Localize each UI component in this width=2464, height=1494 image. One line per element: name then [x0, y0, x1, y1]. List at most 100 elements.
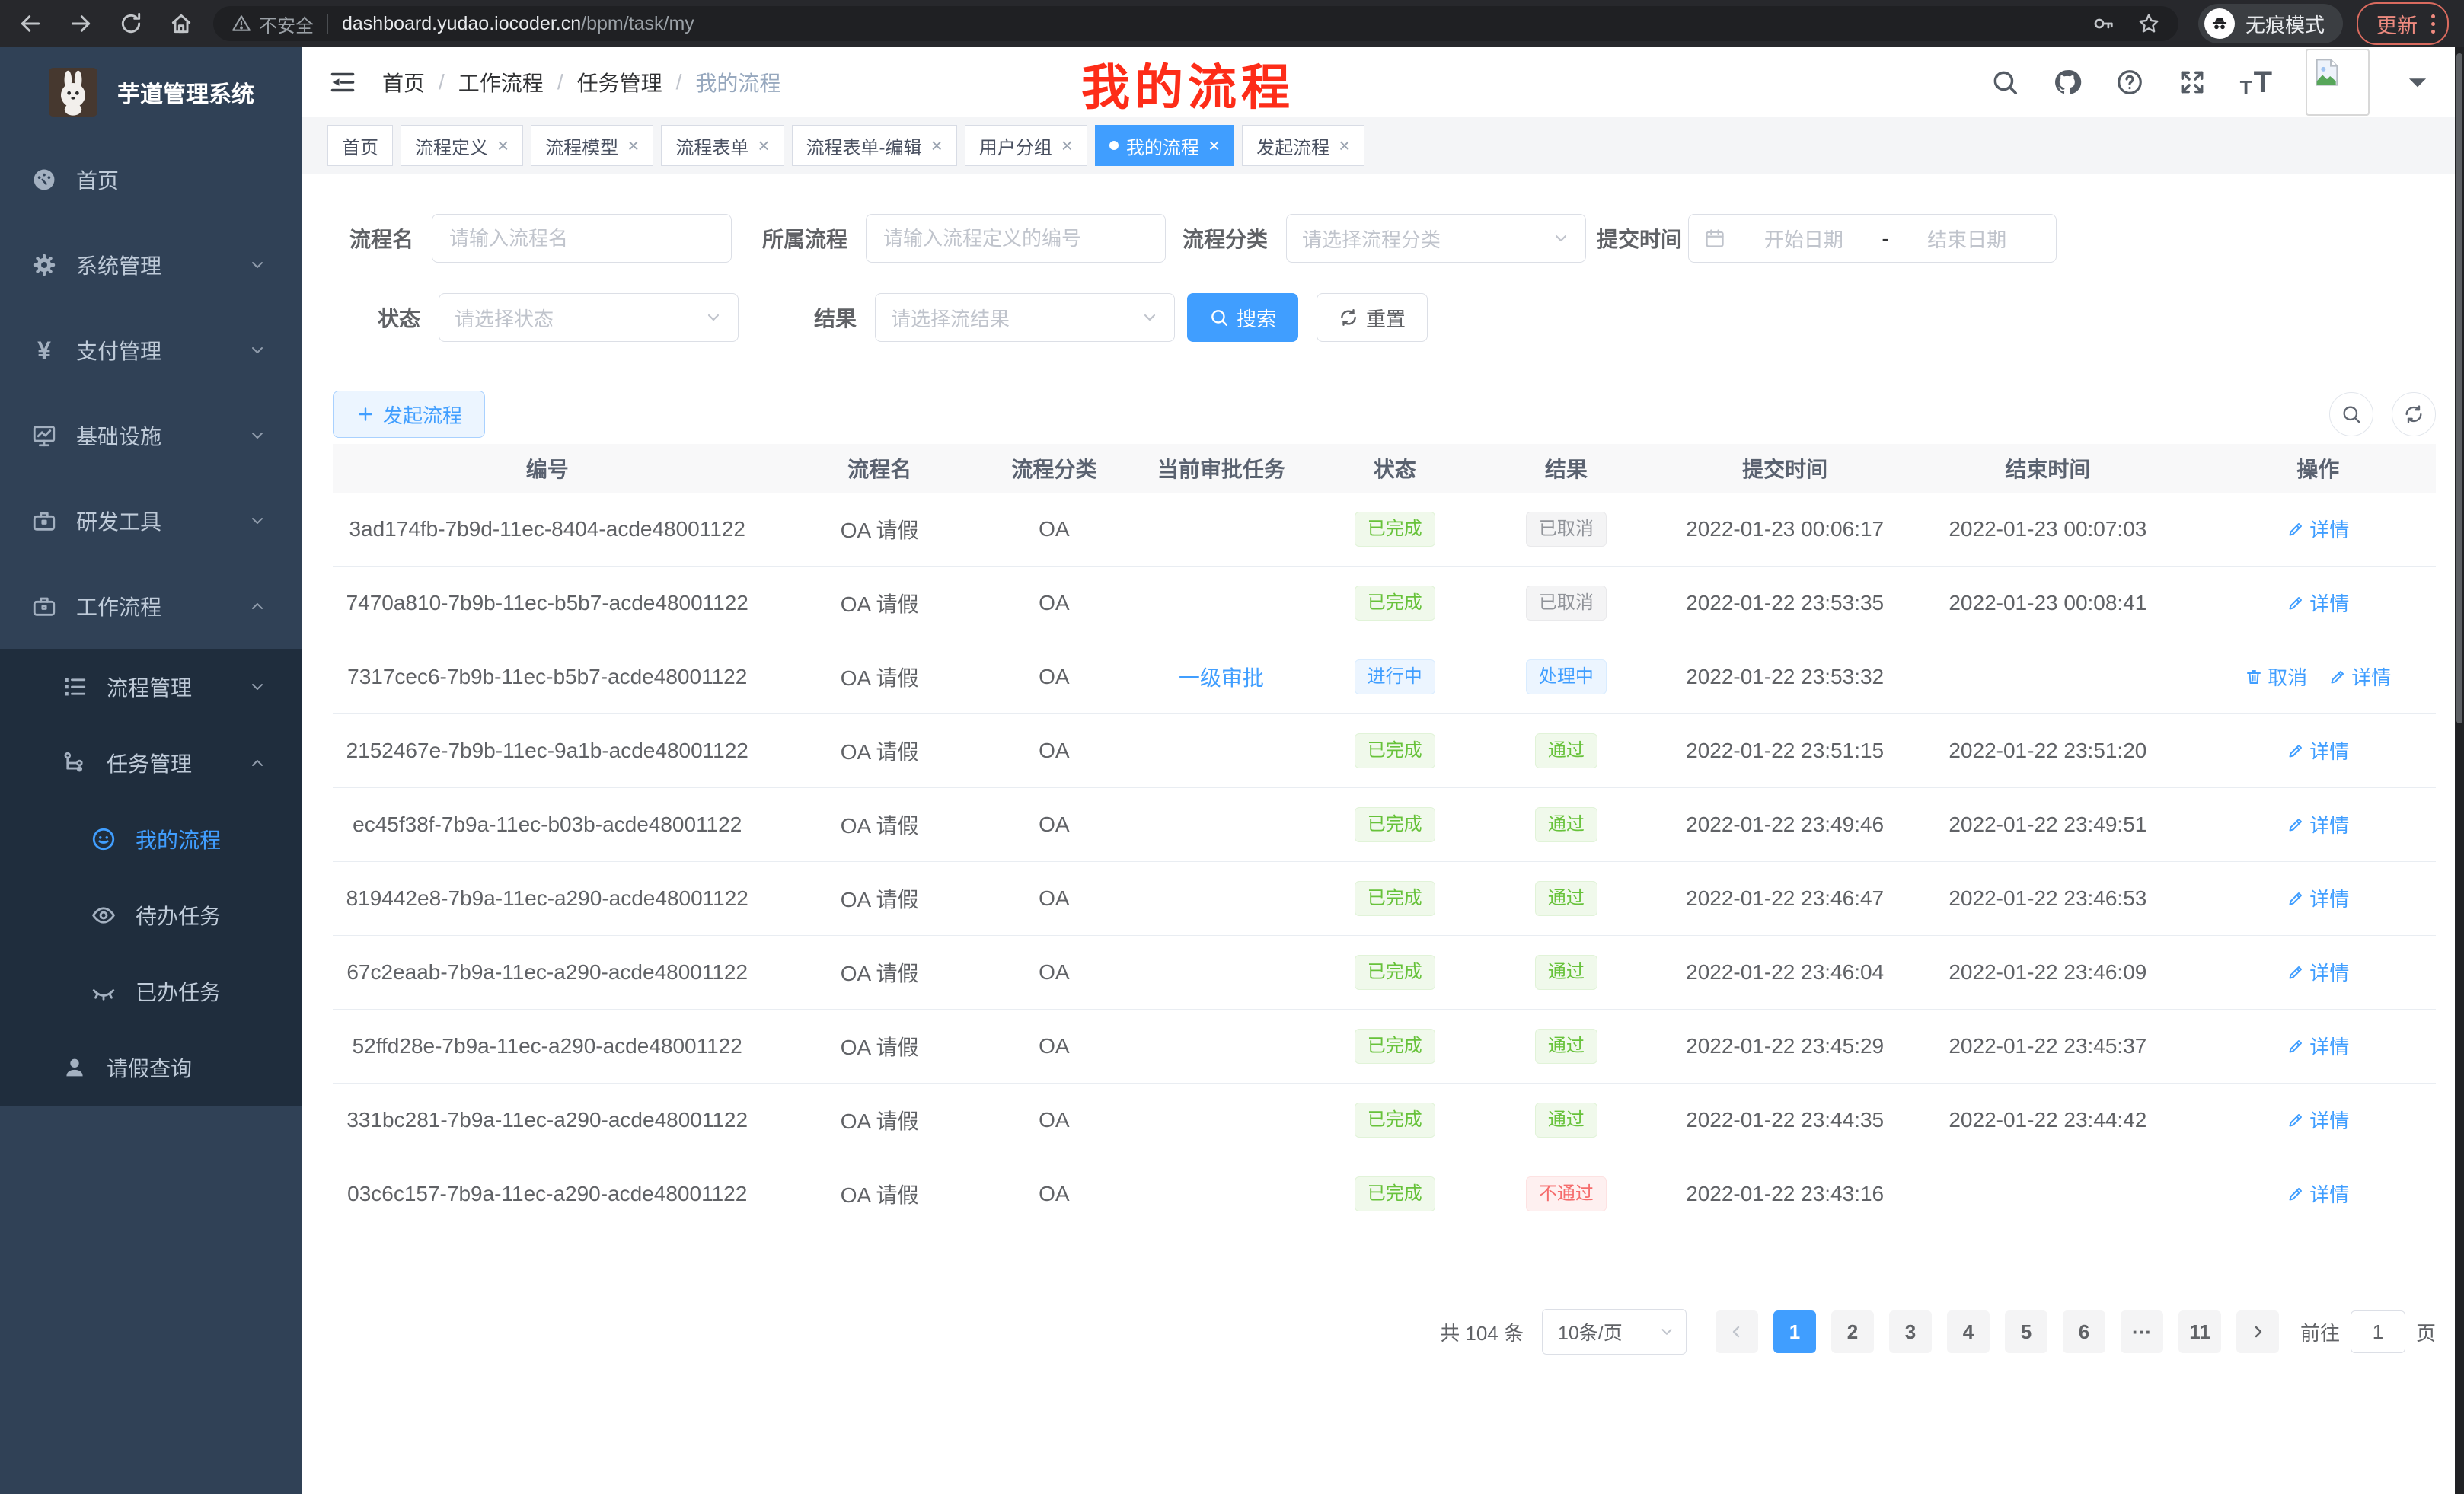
help-icon[interactable]: [2115, 68, 2144, 97]
reload-icon[interactable]: [119, 11, 143, 36]
app-title: 芋道管理系统: [117, 75, 254, 109]
close-icon[interactable]: ×: [931, 136, 943, 155]
category-select[interactable]: 请选择流程分类: [1286, 214, 1586, 263]
detail-link[interactable]: 详情: [2328, 662, 2391, 691]
fullscreen-icon[interactable]: [2178, 68, 2207, 97]
bookmark-star-icon[interactable]: [2137, 12, 2160, 35]
page-button[interactable]: 3: [1889, 1310, 1932, 1353]
detail-link[interactable]: 详情: [2287, 884, 2349, 912]
detail-link[interactable]: 详情: [2287, 1106, 2349, 1134]
sidebar-item-my-process[interactable]: 我的流程: [0, 801, 302, 877]
scrollbar-track[interactable]: [2455, 47, 2464, 1494]
cell-result: 通过: [1458, 788, 1674, 862]
submit-time-range-picker[interactable]: 开始日期 - 结束日期: [1688, 214, 2057, 263]
prev-page-button[interactable]: [1716, 1310, 1758, 1353]
cell-end-time: 2022-01-22 23:45:37: [1895, 1010, 2200, 1084]
avatar[interactable]: [2306, 49, 2370, 116]
cell-status: 已完成: [1332, 493, 1458, 567]
menu-dots-icon[interactable]: [2431, 14, 2435, 34]
tab-user-group[interactable]: 用户分组×: [965, 125, 1087, 166]
detail-link[interactable]: 详情: [2287, 958, 2349, 986]
process-name-input[interactable]: [432, 214, 732, 263]
detail-link[interactable]: 详情: [2287, 810, 2349, 838]
detail-link[interactable]: 详情: [2287, 1032, 2349, 1060]
page-ellipsis[interactable]: ···: [2121, 1310, 2163, 1353]
sidebar-item-system[interactable]: 系统管理: [0, 222, 302, 308]
toolbox-icon: [30, 593, 58, 619]
sidebar-item-task-mgmt[interactable]: 任务管理: [0, 725, 302, 801]
github-icon[interactable]: [2053, 68, 2082, 97]
tab-start-process[interactable]: 发起流程×: [1242, 125, 1364, 166]
start-process-button[interactable]: 发起流程: [333, 391, 485, 438]
detail-link[interactable]: 详情: [2287, 736, 2349, 765]
key-icon[interactable]: [2092, 12, 2115, 35]
tab-my-process[interactable]: 我的流程×: [1095, 125, 1234, 166]
detail-link[interactable]: 详情: [2287, 515, 2349, 543]
close-icon[interactable]: ×: [1061, 136, 1073, 155]
page-button[interactable]: 5: [2005, 1310, 2047, 1353]
status-select[interactable]: 请选择状态: [439, 293, 739, 342]
incognito-icon: [2204, 8, 2235, 39]
home-icon[interactable]: [169, 11, 193, 36]
close-icon[interactable]: ×: [1339, 136, 1350, 155]
sidebar-item-payment[interactable]: ¥支付管理: [0, 308, 302, 393]
status-badge: 已完成: [1355, 955, 1435, 990]
parent-process-input[interactable]: [866, 214, 1166, 263]
sidebar-item-workflow[interactable]: 工作流程: [0, 563, 302, 649]
page-button[interactable]: 11: [2178, 1310, 2221, 1353]
tab-process-model[interactable]: 流程模型×: [531, 125, 653, 166]
sidebar-item-infra[interactable]: 基础设施: [0, 393, 302, 478]
cell-current-task: [1111, 567, 1332, 640]
cell-end-time: 2022-01-22 23:44:42: [1895, 1084, 2200, 1157]
scrollbar-thumb[interactable]: [2456, 53, 2462, 723]
close-icon[interactable]: ×: [497, 136, 509, 155]
cell-id: 52ffd28e-7b9a-11ec-a290-acde48001122: [333, 1010, 761, 1084]
forward-icon[interactable]: [69, 11, 93, 36]
page-size-select[interactable]: 10条/页: [1542, 1309, 1687, 1355]
detail-link[interactable]: 详情: [2287, 1180, 2349, 1208]
sidebar-item-process-mgmt[interactable]: 流程管理: [0, 649, 302, 725]
cell-actions: 详情: [2201, 1084, 2436, 1157]
sidebar-item-home[interactable]: 首页: [0, 137, 302, 222]
reset-button[interactable]: 重置: [1317, 293, 1428, 342]
toggle-search-button[interactable]: [2329, 392, 2373, 436]
font-size-icon[interactable]: TT: [2240, 67, 2272, 97]
search-button[interactable]: 搜索: [1187, 293, 1298, 342]
breadcrumb-item[interactable]: 首页: [382, 67, 425, 97]
breadcrumb-item[interactable]: 任务管理: [577, 67, 662, 97]
update-button[interactable]: 更新: [2357, 2, 2449, 45]
sidebar-item-label: 系统管理: [76, 250, 244, 280]
cell-actions: 详情: [2201, 862, 2436, 936]
cell-id: 819442e8-7b9a-11ec-a290-acde48001122: [333, 862, 761, 936]
cell-end-time: [1895, 1157, 2200, 1231]
goto-page-input[interactable]: [2351, 1310, 2405, 1353]
cell-process-name: OA 请假: [761, 1157, 997, 1231]
refresh-table-button[interactable]: [2392, 392, 2436, 436]
sidebar-item-leave-query[interactable]: 请假查询: [0, 1030, 302, 1106]
address-bar[interactable]: 不安全 dashboard.yudao.iocoder.cn/bpm/task/…: [213, 6, 2178, 41]
close-icon[interactable]: ×: [627, 136, 639, 155]
cancel-link[interactable]: 取消: [2245, 662, 2307, 691]
sidebar-item-devtools[interactable]: 研发工具: [0, 478, 302, 563]
sidebar-item-done-tasks[interactable]: 已办任务: [0, 953, 302, 1030]
detail-link[interactable]: 详情: [2287, 589, 2349, 617]
page-button[interactable]: 4: [1947, 1310, 1990, 1353]
current-task-link[interactable]: 一级审批: [1179, 666, 1264, 690]
chevron-down-icon[interactable]: [2403, 68, 2432, 97]
next-page-button[interactable]: [2236, 1310, 2279, 1353]
close-icon[interactable]: ×: [1208, 136, 1220, 155]
back-icon[interactable]: [18, 11, 43, 36]
sidebar-toggle-icon[interactable]: [329, 69, 356, 96]
page-button[interactable]: 1: [1773, 1310, 1816, 1353]
tab-home[interactable]: 首页: [327, 125, 393, 166]
header-search-icon[interactable]: [1990, 68, 2019, 97]
sidebar-item-todo-tasks[interactable]: 待办任务: [0, 877, 302, 953]
tab-process-definition[interactable]: 流程定义×: [401, 125, 523, 166]
close-icon[interactable]: ×: [758, 136, 769, 155]
page-button[interactable]: 2: [1831, 1310, 1874, 1353]
tab-process-form-edit[interactable]: 流程表单-编辑×: [792, 125, 957, 166]
page-button[interactable]: 6: [2063, 1310, 2105, 1353]
result-select[interactable]: 请选择流结果: [875, 293, 1175, 342]
tab-process-form[interactable]: 流程表单×: [661, 125, 784, 166]
breadcrumb-item[interactable]: 工作流程: [458, 67, 544, 97]
